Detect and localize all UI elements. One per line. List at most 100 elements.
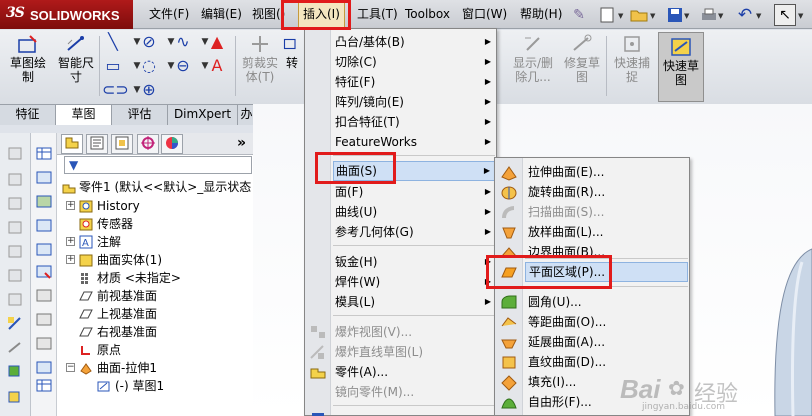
configuration-manager-tab-icon[interactable] (111, 134, 133, 154)
chevron-down-icon[interactable]: ▼ (684, 12, 692, 20)
cube-icon[interactable] (6, 243, 24, 259)
menu-item-boss-base[interactable]: 凸台/基体(B) ▶ (333, 32, 495, 52)
cube-icon[interactable] (6, 195, 24, 211)
spline-icon[interactable]: ∿ (172, 32, 194, 52)
menu-help[interactable]: 帮助(H) (520, 0, 562, 29)
menu-item-molds[interactable]: 模具(L) ▶ (333, 292, 495, 312)
menu-item-pattern-mirror[interactable]: 阵列/镜向(E) ▶ (333, 92, 495, 112)
menu-item-reference-geometry[interactable]: 参考几何体(G) ▶ (333, 222, 495, 242)
tree-annotations[interactable]: 注解 (97, 233, 121, 251)
cube-icon[interactable] (6, 291, 24, 307)
submenu-item-swept-surface[interactable]: 扫描曲面(S)... (525, 202, 688, 222)
view-icon[interactable] (35, 335, 53, 351)
smart-dimension-button[interactable]: 智能尺 寸 (54, 32, 98, 102)
chevron-down-icon[interactable]: ▼ (756, 12, 764, 20)
tree-top-plane[interactable]: 上视基准面 (97, 305, 157, 323)
expand-toggle[interactable]: + (66, 237, 75, 246)
cube-icon[interactable] (6, 267, 24, 283)
repair-sketch-button[interactable]: 修复草 图 (560, 32, 604, 102)
tab-dimxpert[interactable]: DimXpert (168, 105, 238, 125)
collapse-toggle[interactable]: − (66, 363, 75, 372)
quick-snaps-button[interactable]: 快速捕 捉 (610, 32, 654, 102)
rectangle-icon[interactable]: ▭ (102, 56, 124, 76)
point-icon[interactable]: ▲ (206, 32, 228, 52)
chevron-down-icon[interactable]: ▼ (650, 12, 658, 20)
new-document-icon[interactable] (596, 4, 618, 26)
submenu-item-offset-surface[interactable]: 等距曲面(O)... (525, 312, 688, 332)
text-tool-icon[interactable]: A (206, 56, 228, 76)
submenu-item-extruded-surface[interactable]: 拉伸曲面(E)... (525, 162, 688, 182)
view-icon[interactable] (35, 359, 53, 375)
submenu-item-boundary-surface[interactable]: 边界曲面(B)... (525, 242, 688, 256)
tree-history[interactable]: History (97, 197, 140, 215)
table-icon[interactable] (35, 145, 53, 161)
convert-entities-button[interactable]: 转 (282, 32, 302, 102)
menu-edit[interactable]: 编辑(E) (201, 0, 242, 29)
trim-entities-button[interactable]: 剪裁实 体(T) (238, 32, 282, 102)
menu-item-sheet-metal[interactable]: 钣金(H) ▶ (333, 252, 495, 272)
view-icon[interactable] (35, 263, 53, 279)
tree-right-plane[interactable]: 右视基准面 (97, 323, 157, 341)
tools-icon[interactable] (6, 363, 24, 379)
table-icon[interactable] (35, 377, 53, 393)
view-icon[interactable] (35, 193, 53, 209)
rapid-sketch-button[interactable]: 快速草 图 (658, 32, 704, 102)
menu-item-weldments[interactable]: 焊件(W) ▶ (333, 272, 495, 292)
tree-sensors[interactable]: 传感器 (97, 215, 133, 233)
tree-surface-extrude[interactable]: 曲面-拉伸1 (97, 359, 157, 377)
view-icon[interactable] (35, 311, 53, 327)
tree-material[interactable]: 材质 <未指定> (97, 269, 181, 287)
menu-item-features[interactable]: 特征(F) ▶ (333, 72, 495, 92)
menu-item-curve[interactable]: 曲线(U) ▶ (333, 202, 495, 222)
submenu-item-ruled-surface[interactable]: 直纹曲面(D)... (525, 352, 688, 372)
view-icon[interactable] (35, 287, 53, 303)
tools-icon[interactable] (6, 389, 24, 405)
dimxpert-manager-tab-icon[interactable] (137, 134, 159, 154)
view-icon[interactable] (35, 169, 53, 185)
tree-root-part[interactable]: 零件1 (默认<<默认>_显示状态 (79, 178, 251, 196)
tab-sketch[interactable]: 草图 (56, 105, 112, 125)
ellipse-icon[interactable]: ⊖ (172, 56, 194, 76)
relation-icon[interactable] (6, 339, 24, 355)
chevron-down-icon[interactable]: ▼ (798, 12, 806, 20)
view-icon[interactable] (35, 241, 53, 257)
view-icon[interactable] (35, 217, 53, 233)
polygon-icon[interactable]: ⊕ (138, 80, 160, 100)
feature-tree-tab-icon[interactable] (61, 134, 83, 154)
menu-item-explode-line-sketch[interactable]: 爆炸直线草图(L) (333, 342, 495, 362)
cube-icon[interactable] (6, 171, 24, 187)
tab-features[interactable]: 特征 (0, 105, 56, 125)
undo-icon[interactable]: ↶ (734, 4, 756, 26)
menu-item-cut[interactable]: 切除(C) ▶ (333, 52, 495, 72)
pin-icon[interactable]: ✎ (568, 4, 590, 26)
arc-icon[interactable]: ◌ (138, 56, 160, 76)
menu-window[interactable]: 窗口(W) (462, 0, 507, 29)
tree-origin[interactable]: 原点 (97, 341, 121, 359)
expand-toggle[interactable]: + (66, 255, 75, 264)
tree-front-plane[interactable]: 前视基准面 (97, 287, 157, 305)
submenu-item-lofted-surface[interactable]: 放样曲面(L)... (525, 222, 688, 242)
submenu-item-radiate-surface[interactable]: 延展曲面(A)... (525, 332, 688, 352)
menu-item-face[interactable]: 面(F) ▶ (333, 182, 495, 202)
chevron-down-icon[interactable]: ▼ (618, 12, 626, 20)
menu-item-featureworks[interactable]: FeatureWorks ▶ (333, 132, 495, 152)
sketch-button[interactable]: 草图绘 制 (6, 32, 50, 102)
display-delete-relations-button[interactable]: 显示/删 除几... (508, 32, 558, 102)
feature-tree-filter[interactable]: ▼ (64, 156, 252, 174)
display-manager-tab-icon[interactable] (161, 134, 183, 154)
expand-toggle[interactable]: + (66, 201, 75, 210)
sketch-edit-icon[interactable] (6, 315, 24, 331)
tree-surface-bodies[interactable]: 曲面实体(1) (97, 251, 162, 269)
menu-toolbox[interactable]: Toolbox (405, 0, 450, 29)
save-icon[interactable] (664, 4, 686, 26)
menu-tools[interactable]: 工具(T) (357, 0, 398, 29)
property-manager-tab-icon[interactable] (86, 134, 108, 154)
submenu-item-revolved-surface[interactable]: 旋转曲面(R)... (525, 182, 688, 202)
solidworks-logo[interactable]: 3S SOLIDWORKS (0, 0, 133, 29)
slot-icon[interactable]: ⊂⊃ (102, 80, 129, 100)
menu-item-exploded-view[interactable]: 爆炸视图(V)... (333, 322, 495, 342)
tab-evaluate[interactable]: 评估 (112, 105, 168, 125)
circle-icon[interactable]: ⊘ (138, 32, 160, 52)
menu-file[interactable]: 文件(F) (149, 0, 189, 29)
print-icon[interactable] (698, 4, 720, 26)
